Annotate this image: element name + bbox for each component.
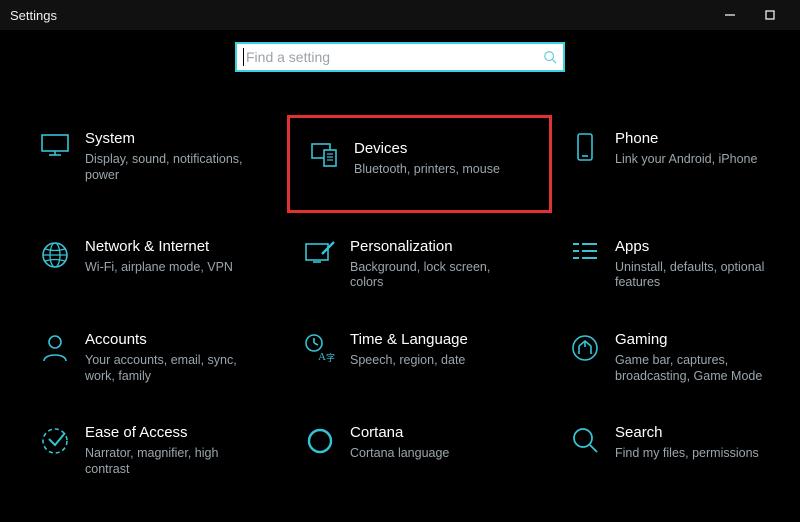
tile-title: Devices	[354, 140, 500, 158]
cortana-icon	[300, 424, 340, 456]
search-input[interactable]: Find a setting	[235, 42, 565, 72]
tile-subtitle: Speech, region, date	[350, 353, 468, 369]
person-icon	[35, 331, 75, 363]
window-controls	[710, 0, 790, 30]
title-bar: Settings	[0, 0, 800, 30]
window-title: Settings	[10, 8, 57, 23]
tile-title: Apps	[615, 238, 785, 256]
tile-time-language[interactable]: A字 Time & Language Speech, region, date	[292, 321, 547, 379]
tile-title: Phone	[615, 130, 757, 148]
tile-title: Cortana	[350, 424, 449, 442]
tile-system[interactable]: System Display, sound, notifications, po…	[27, 120, 282, 193]
tile-subtitle: Your accounts, email, sync, work, family	[85, 353, 260, 384]
tile-accounts[interactable]: Accounts Your accounts, email, sync, wor…	[27, 321, 282, 394]
search-area: Find a setting	[0, 42, 800, 72]
tile-personalization[interactable]: Personalization Background, lock screen,…	[292, 228, 547, 301]
tile-ease-of-access[interactable]: Ease of Access Narrator, magnifier, high…	[27, 414, 282, 487]
svg-text:A: A	[318, 351, 326, 363]
maximize-button[interactable]	[750, 0, 790, 30]
tile-subtitle: Background, lock screen, colors	[350, 260, 525, 291]
search-large-icon	[565, 424, 605, 454]
tile-phone[interactable]: Phone Link your Android, iPhone	[557, 120, 795, 178]
tile-title: Ease of Access	[85, 424, 260, 442]
tile-subtitle: Display, sound, notifications, power	[85, 152, 260, 183]
tile-cortana[interactable]: Cortana Cortana language	[292, 414, 547, 472]
search-placeholder: Find a setting	[246, 49, 543, 65]
tile-subtitle: Narrator, magnifier, high contrast	[85, 446, 260, 477]
tile-subtitle: Bluetooth, printers, mouse	[354, 162, 500, 178]
paint-icon	[300, 238, 340, 266]
tile-subtitle: Find my files, permissions	[615, 446, 759, 462]
text-cursor	[243, 48, 244, 66]
tile-title: Time & Language	[350, 331, 468, 349]
globe-icon	[35, 238, 75, 270]
tile-network[interactable]: Network & Internet Wi-Fi, airplane mode,…	[27, 228, 282, 286]
gaming-icon	[565, 331, 605, 363]
tile-gaming[interactable]: Gaming Game bar, captures, broadcasting,…	[557, 321, 795, 394]
tile-subtitle: Wi-Fi, airplane mode, VPN	[85, 260, 233, 276]
tile-subtitle: Cortana language	[350, 446, 449, 462]
tile-subtitle: Link your Android, iPhone	[615, 152, 757, 168]
minimize-button[interactable]	[710, 0, 750, 30]
time-language-icon: A字	[300, 331, 340, 363]
tile-title: Gaming	[615, 331, 785, 349]
tile-title: System	[85, 130, 260, 148]
phone-icon	[565, 130, 605, 162]
tile-title: Network & Internet	[85, 238, 233, 256]
tile-subtitle: Uninstall, defaults, optional features	[615, 260, 785, 291]
tile-title: Accounts	[85, 331, 260, 349]
apps-icon	[565, 238, 605, 262]
tile-subtitle: Game bar, captures, broadcasting, Game M…	[615, 353, 785, 384]
minimize-icon	[725, 10, 735, 20]
maximize-icon	[765, 10, 775, 20]
svg-text:字: 字	[326, 352, 335, 363]
search-icon	[543, 50, 557, 64]
ease-of-access-icon	[35, 424, 75, 456]
devices-icon	[304, 140, 344, 168]
tile-apps[interactable]: Apps Uninstall, defaults, optional featu…	[557, 228, 795, 301]
system-icon	[35, 130, 75, 158]
tile-title: Personalization	[350, 238, 525, 256]
tile-search[interactable]: Search Find my files, permissions	[557, 414, 795, 472]
settings-grid: System Display, sound, notifications, po…	[27, 120, 785, 487]
tile-devices[interactable]: Devices Bluetooth, printers, mouse	[292, 120, 547, 208]
tile-title: Search	[615, 424, 759, 442]
